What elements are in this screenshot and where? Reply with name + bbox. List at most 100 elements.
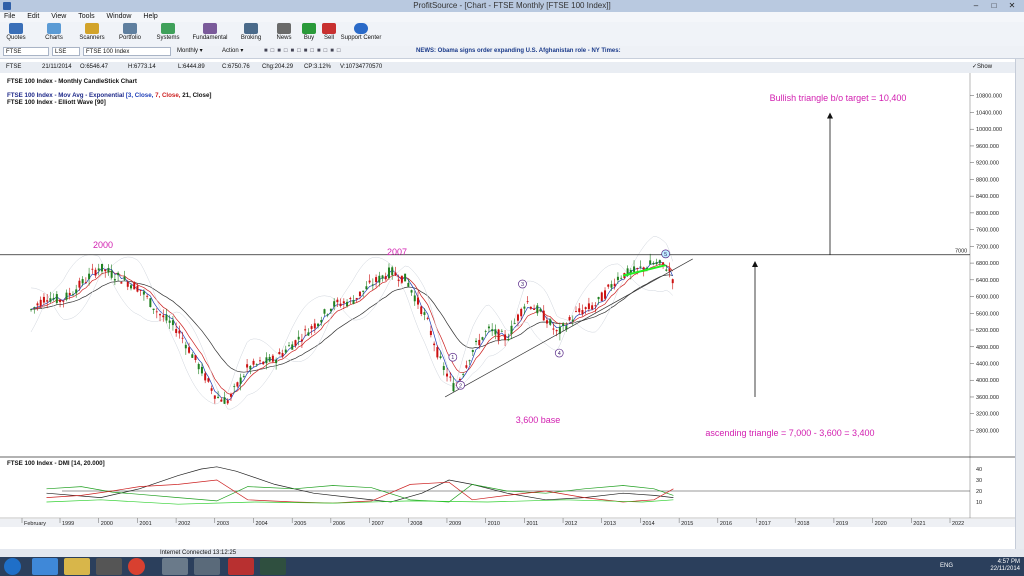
candle-body [175, 329, 178, 333]
candle-body [458, 378, 461, 381]
price-tick-label: 5600.000 [976, 311, 999, 317]
window-title: ProfitSource - [Chart - FTSE Monthly [FT… [413, 1, 611, 10]
chart-tools-strip[interactable]: ■□■□■□■□■□■□ [262, 47, 410, 56]
scanners-button[interactable]: Scanners [78, 23, 106, 45]
candle-body [255, 364, 258, 365]
candle-body [549, 319, 552, 325]
candle-body [387, 267, 390, 279]
candle-body [381, 275, 384, 279]
candle-body [81, 279, 84, 284]
show-last-toggle[interactable]: ✓ Show Last [972, 62, 992, 81]
sell-button[interactable]: Sell [320, 23, 338, 45]
dmi-tick-label: 20 [976, 489, 982, 495]
candle-body [578, 308, 581, 313]
candle-body [442, 366, 445, 370]
time-tick-label: 2003 [217, 521, 229, 527]
maximize-icon[interactable]: □ [986, 0, 1002, 11]
candle-body [368, 280, 371, 283]
candle-body [294, 340, 297, 346]
candle-body [113, 279, 116, 281]
app-icon-4[interactable] [260, 558, 286, 575]
time-tick-label: 2008 [410, 521, 422, 527]
app-icon-3[interactable] [194, 558, 220, 575]
time-tick-label: 2002 [178, 521, 190, 527]
dmi-tick-label: 40 [976, 467, 982, 473]
file-explorer-icon[interactable] [64, 558, 90, 575]
candle-body [397, 279, 400, 281]
candle-body [75, 289, 78, 294]
period-dropdown[interactable]: Monthly ▾ [175, 47, 215, 56]
candle-body [410, 290, 413, 293]
candle-body [475, 340, 478, 343]
price-tick-label: 2800.000 [976, 428, 999, 434]
candle-body [452, 383, 455, 392]
language-indicator[interactable]: ENG [940, 563, 953, 569]
time-tick-label: 2021 [913, 521, 925, 527]
candle-body [110, 270, 113, 278]
menu-window[interactable]: Window [107, 12, 132, 22]
close-icon[interactable]: ✕ [1004, 0, 1020, 11]
vertical-scrollbar[interactable] [1015, 59, 1024, 549]
info-symbol: FTSE [6, 64, 22, 70]
candle-body [313, 323, 316, 329]
candle-body [36, 303, 39, 306]
candle-body [342, 301, 345, 304]
time-tick-label: 2019 [836, 521, 848, 527]
menu-help[interactable]: Help [143, 12, 157, 22]
broking-button[interactable]: Broking [238, 23, 264, 45]
candle-body [584, 307, 587, 310]
candle-body [146, 295, 149, 297]
candle-body [152, 308, 155, 311]
menu-view[interactable]: View [51, 12, 66, 22]
windows-taskbar: ENG 4:57 PM 22/11/2014 [0, 557, 1024, 576]
app-icon-2[interactable] [162, 558, 188, 575]
candle-body [404, 273, 407, 282]
charts-button[interactable]: Charts [42, 23, 66, 45]
support-center-button[interactable]: Support Center [340, 23, 382, 45]
action-menu[interactable]: Action ▾ [220, 47, 254, 56]
start-button[interactable] [4, 558, 21, 575]
candle-body [362, 290, 365, 292]
candle-body [30, 309, 33, 311]
elliott-wave-label: 5 [664, 252, 667, 258]
candle-body [207, 378, 210, 382]
candle-body [649, 260, 652, 265]
candle-body [149, 298, 152, 308]
menu-file[interactable]: File [4, 12, 15, 22]
buy-button[interactable]: Buy [300, 23, 318, 45]
price-tick-label: 6400.000 [976, 278, 999, 284]
candle-body [658, 260, 661, 264]
portfolio-button[interactable]: Portfolio [116, 23, 144, 45]
systems-button[interactable]: Systems [154, 23, 182, 45]
candle-body [258, 360, 261, 362]
candle-body [326, 314, 329, 316]
candle-body [446, 373, 449, 377]
connection-status: Internet Connected 13:12:25 [160, 550, 237, 556]
candle-body [268, 356, 271, 362]
time-tick-label: 2004 [255, 521, 267, 527]
news-ticker[interactable]: NEWS: Obama signs order expanding U.S. A… [414, 47, 634, 56]
chrome-icon[interactable] [128, 558, 145, 575]
price-tick-label: 3200.000 [976, 412, 999, 418]
fundamental-button[interactable]: Fundamental [192, 23, 228, 45]
symbol-field[interactable]: FTSE [3, 47, 49, 56]
menu-tools[interactable]: Tools [78, 12, 94, 22]
candle-body [349, 298, 352, 300]
menu-edit[interactable]: Edit [27, 12, 39, 22]
candle-body [465, 365, 468, 368]
news-button[interactable]: News [274, 23, 294, 45]
ie-icon[interactable] [32, 558, 58, 575]
instrument-name-field[interactable]: FTSE 100 Index [83, 47, 171, 56]
candle-body [597, 296, 600, 300]
profitsource-icon[interactable] [228, 558, 254, 575]
minimize-icon[interactable]: – [968, 0, 984, 11]
annotation-text: ascending triangle = 7,000 - 3,600 = 3,4… [705, 428, 874, 438]
candle-body [355, 297, 358, 300]
app-icon-1[interactable] [96, 558, 122, 575]
price-tick-label: 8800.000 [976, 177, 999, 183]
candle-body [68, 292, 71, 296]
quotes-button[interactable]: Quotes [4, 23, 28, 45]
price-chart[interactable]: FTSE 100 Index - Monthly CandleStick Cha… [0, 73, 1015, 551]
exchange-field[interactable]: LSE [52, 47, 80, 56]
system-clock[interactable]: 4:57 PM 22/11/2014 [990, 559, 1020, 573]
